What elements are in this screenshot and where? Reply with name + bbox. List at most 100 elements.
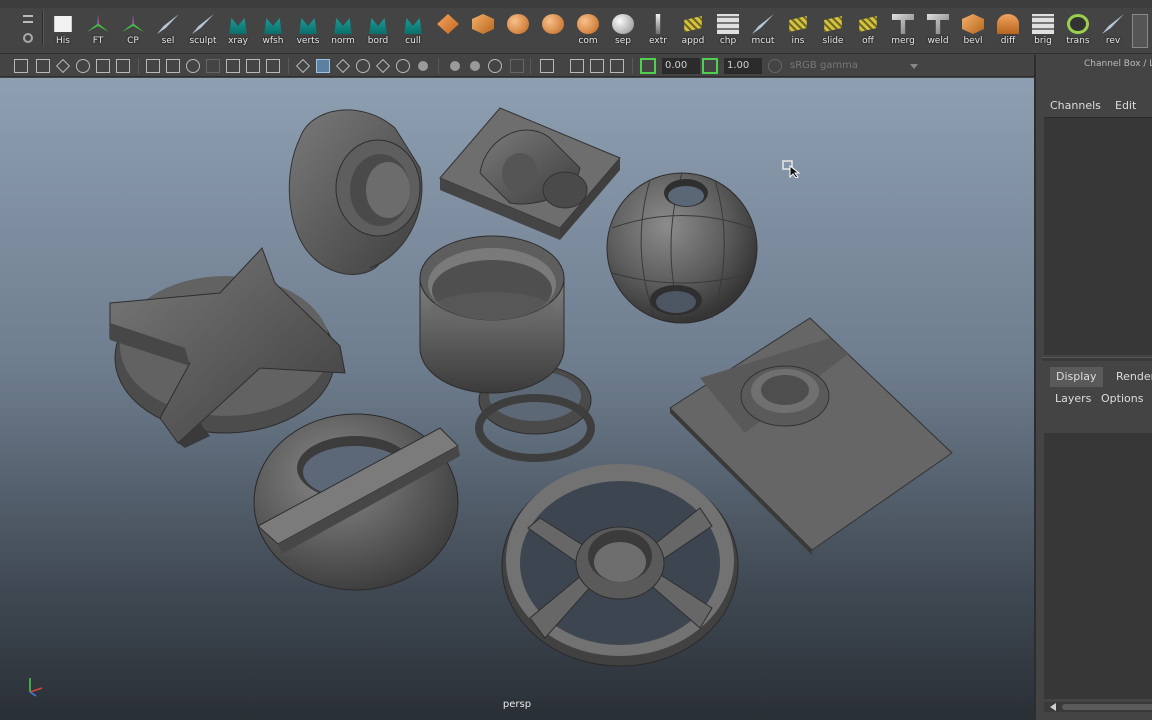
shelf-button-appd[interactable]: appd bbox=[676, 12, 710, 46]
field-chart-icon[interactable] bbox=[226, 59, 240, 73]
shelf-button-label: mcut bbox=[751, 36, 775, 46]
perspective-viewport[interactable]: persp bbox=[0, 78, 1034, 720]
scroll-left-icon[interactable] bbox=[1050, 703, 1056, 711]
shelf-button-ins[interactable]: ins bbox=[781, 12, 815, 46]
shelf-button-sep[interactable]: sep bbox=[606, 12, 640, 46]
shelf-button-verts[interactable]: verts bbox=[291, 12, 325, 46]
2d-pan-zoom-icon[interactable] bbox=[96, 59, 110, 73]
shelf-button-label: chp bbox=[719, 36, 737, 46]
multisample-icon[interactable] bbox=[540, 59, 554, 73]
border-edges-icon bbox=[369, 18, 387, 34]
edit-menu[interactable]: Edit bbox=[1115, 99, 1136, 112]
tab-render[interactable]: Render bbox=[1110, 367, 1152, 387]
shadows-icon[interactable] bbox=[396, 59, 410, 73]
slotted-torus-model[interactable] bbox=[253, 413, 460, 591]
wheel-model[interactable] bbox=[501, 464, 739, 667]
shelf-button-sculpt[interactable]: sculpt bbox=[186, 12, 220, 46]
shelf-button-label: FT bbox=[92, 36, 104, 46]
shelf-button-diff[interactable]: diff bbox=[991, 12, 1025, 46]
shelf-button-label: xray bbox=[228, 36, 248, 46]
shelf-button-FT[interactable]: FT bbox=[81, 12, 115, 46]
shelf-button-poly-cylinder[interactable] bbox=[536, 12, 570, 46]
shelf-button-xray[interactable]: xray bbox=[221, 12, 255, 46]
xray-icon bbox=[229, 18, 247, 34]
merge-icon bbox=[892, 14, 914, 34]
shelf-button-bevl[interactable]: bevl bbox=[956, 12, 990, 46]
options-menu[interactable]: Options bbox=[1101, 392, 1143, 405]
panel-splitter[interactable] bbox=[1042, 357, 1152, 361]
shelf-button-weld[interactable]: weld bbox=[921, 12, 955, 46]
safe-action-icon[interactable] bbox=[246, 59, 260, 73]
shelf-button-label: com bbox=[578, 36, 598, 46]
wireframe-icon[interactable] bbox=[295, 58, 311, 74]
gamma-field[interactable]: 1.00 bbox=[724, 58, 762, 74]
motion-blur-icon[interactable] bbox=[510, 59, 524, 73]
color-management-icon[interactable] bbox=[768, 59, 782, 73]
sphere-model[interactable] bbox=[606, 172, 758, 324]
shelf-button-brig[interactable]: brig bbox=[1026, 12, 1060, 46]
scroll-thumb[interactable] bbox=[1062, 704, 1152, 710]
shelf-button-poly-cube[interactable] bbox=[466, 12, 500, 46]
frame-selected-icon[interactable] bbox=[610, 59, 624, 73]
shelf-button-bord[interactable]: bord bbox=[361, 12, 395, 46]
grid-icon[interactable] bbox=[146, 59, 160, 73]
shelf-button-His[interactable]: His bbox=[46, 12, 80, 46]
view-transform-dropdown[interactable]: sRGB gamma bbox=[790, 58, 920, 74]
shelf-menu[interactable] bbox=[18, 12, 38, 48]
textured-icon[interactable] bbox=[356, 59, 370, 73]
channels-menu[interactable]: Channels bbox=[1050, 99, 1101, 112]
shelf-button-merg[interactable]: merg bbox=[886, 12, 920, 46]
shelf-button-mcut[interactable]: mcut bbox=[746, 12, 780, 46]
image-plane-icon[interactable] bbox=[76, 59, 90, 73]
layers-menu[interactable]: Layers bbox=[1055, 392, 1091, 405]
gamma-toggle-icon[interactable] bbox=[702, 58, 718, 74]
resolution-gate-icon[interactable] bbox=[186, 59, 200, 73]
star-knob-model[interactable] bbox=[109, 247, 346, 448]
isolate-icon[interactable] bbox=[418, 61, 428, 71]
shelf-button-rev[interactable]: rev bbox=[1096, 12, 1130, 46]
shelf-button-extr[interactable]: extr bbox=[641, 12, 675, 46]
shelf-button-poly-plane[interactable] bbox=[431, 12, 465, 46]
film-gate-icon[interactable] bbox=[166, 59, 180, 73]
bookmark-icon[interactable] bbox=[55, 58, 71, 74]
hinge-bracket-model[interactable] bbox=[439, 107, 621, 240]
ambient-occlusion-icon[interactable] bbox=[488, 59, 502, 73]
gate-mask-icon[interactable] bbox=[206, 59, 220, 73]
elbow-pipe-model[interactable] bbox=[288, 109, 423, 275]
shelf-button-off[interactable]: off bbox=[851, 12, 885, 46]
xray-joints-icon[interactable] bbox=[470, 61, 480, 71]
append-icon bbox=[684, 16, 702, 32]
shelf-button-slide[interactable]: slide bbox=[816, 12, 850, 46]
frame-all-icon[interactable] bbox=[590, 59, 604, 73]
wireframe-on-shaded-icon[interactable] bbox=[335, 58, 351, 74]
shelf-button-sel[interactable]: sel bbox=[151, 12, 185, 46]
shelf-button-norm[interactable]: norm bbox=[326, 12, 360, 46]
tab-display[interactable]: Display bbox=[1050, 367, 1103, 387]
exposure-field[interactable]: 0.00 bbox=[662, 58, 700, 74]
shelf-button-CP[interactable]: CP bbox=[116, 12, 150, 46]
shelf-button-cull[interactable]: cull bbox=[396, 12, 430, 46]
gear-icon[interactable] bbox=[23, 33, 33, 43]
exposure-toggle-icon[interactable] bbox=[640, 58, 656, 74]
shelf-button-com[interactable]: com bbox=[571, 12, 605, 46]
select-camera-icon[interactable] bbox=[14, 59, 28, 73]
shelf-button-label: bevl bbox=[963, 36, 983, 46]
smooth-shade-icon[interactable] bbox=[316, 59, 330, 73]
shelf-scroll-button[interactable] bbox=[1132, 14, 1148, 48]
shelf-button-wfsh[interactable]: wfsh bbox=[256, 12, 290, 46]
grease-pencil-icon[interactable] bbox=[116, 59, 130, 73]
layer-editor-area bbox=[1044, 433, 1152, 699]
scene-models[interactable] bbox=[0, 78, 1034, 720]
shelf-button-chp[interactable]: chp bbox=[711, 12, 745, 46]
shelf-button-poly-sphere[interactable] bbox=[501, 12, 535, 46]
isolate-select-icon[interactable] bbox=[570, 59, 584, 73]
horizontal-scrollbar[interactable] bbox=[1044, 702, 1152, 712]
lights-icon[interactable] bbox=[375, 58, 391, 74]
shelf-button-trans[interactable]: trans bbox=[1061, 12, 1095, 46]
safe-title-icon[interactable] bbox=[266, 59, 280, 73]
xray-mode-icon[interactable] bbox=[450, 61, 460, 71]
stacked-rings-model[interactable] bbox=[419, 235, 595, 462]
transfer-icon bbox=[1067, 14, 1089, 34]
shelf-menu-icon[interactable] bbox=[23, 15, 33, 23]
camera-attributes-icon[interactable] bbox=[36, 59, 50, 73]
